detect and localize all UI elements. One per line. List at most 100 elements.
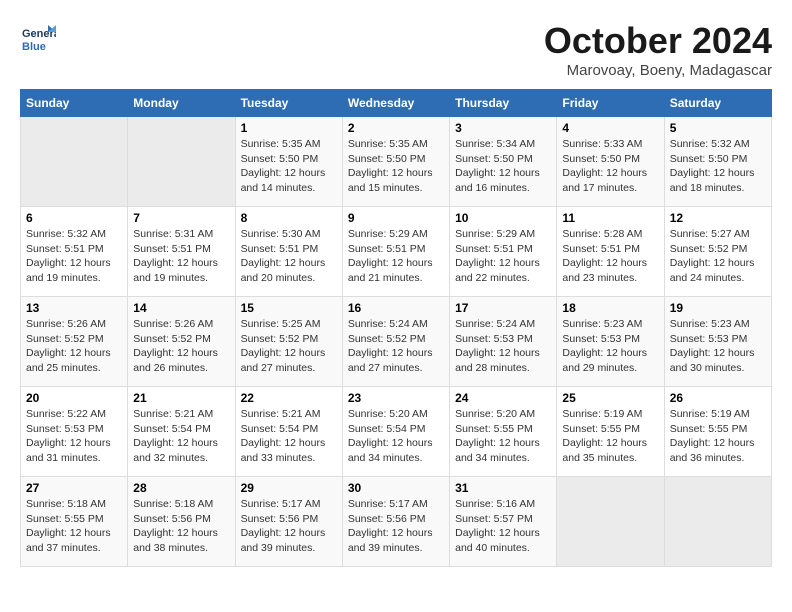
calendar-week-row: 13 Sunrise: 5:26 AMSunset: 5:52 PMDayligh… <box>21 297 772 387</box>
calendar-cell: 3 Sunrise: 5:34 AMSunset: 5:50 PMDaylight… <box>450 117 557 207</box>
logo-icon: General Blue <box>20 20 56 56</box>
day-number: 23 <box>348 391 444 405</box>
col-header-friday: Friday <box>557 90 664 117</box>
calendar-cell: 10Sunrise: 5:29 AMSunset: 5:51 PMDayligh… <box>450 207 557 297</box>
day-number: 5 <box>670 121 766 135</box>
day-detail: Sunrise: 5:20 AMSunset: 5:55 PMDaylight:… <box>455 407 551 466</box>
day-detail: Sunrise: 5:34 AMSunset: 5:50 PMDaylight:… <box>455 137 551 196</box>
calendar-week-row: 27Sunrise: 5:18 AMSunset: 5:55 PMDayligh… <box>21 477 772 567</box>
day-detail: Sunrise: 5:19 AMSunset: 5:55 PMDaylight:… <box>670 407 766 466</box>
day-number: 21 <box>133 391 229 405</box>
calendar-cell: 16 Sunrise: 5:24 AMSunset: 5:52 PMDayligh… <box>342 297 449 387</box>
calendar-cell: 8 Sunrise: 5:30 AMSunset: 5:51 PMDaylight… <box>235 207 342 297</box>
day-number: 19 <box>670 301 766 315</box>
calendar-cell: 29Sunrise: 5:17 AMSunset: 5:56 PMDayligh… <box>235 477 342 567</box>
day-detail: Sunrise: 5:24 AMSunset: 5:53 PMDaylight:… <box>455 317 551 376</box>
day-detail: Sunrise: 5:18 AMSunset: 5:56 PMDaylight:… <box>133 497 229 556</box>
calendar-cell: 19 Sunrise: 5:23 AMSunset: 5:53 PMDayligh… <box>664 297 771 387</box>
calendar-cell: 1 Sunrise: 5:35 AMSunset: 5:50 PMDaylight… <box>235 117 342 207</box>
calendar-cell <box>557 477 664 567</box>
calendar-cell: 12 Sunrise: 5:27 AMSunset: 5:52 PMDayligh… <box>664 207 771 297</box>
day-number: 12 <box>670 211 766 225</box>
day-detail: Sunrise: 5:25 AMSunset: 5:52 PMDaylight:… <box>241 317 337 376</box>
day-detail: Sunrise: 5:29 AMSunset: 5:51 PMDaylight:… <box>348 227 444 286</box>
day-number: 2 <box>348 121 444 135</box>
day-detail: Sunrise: 5:35 AMSunset: 5:50 PMDaylight:… <box>241 137 337 196</box>
day-detail: Sunrise: 5:17 AMSunset: 5:56 PMDaylight:… <box>348 497 444 556</box>
day-number: 14 <box>133 301 229 315</box>
day-number: 11 <box>562 211 658 225</box>
day-number: 25 <box>562 391 658 405</box>
day-detail: Sunrise: 5:24 AMSunset: 5:52 PMDaylight:… <box>348 317 444 376</box>
calendar-cell <box>21 117 128 207</box>
calendar-cell: 30 Sunrise: 5:17 AMSunset: 5:56 PMDayligh… <box>342 477 449 567</box>
calendar-cell: 27Sunrise: 5:18 AMSunset: 5:55 PMDayligh… <box>21 477 128 567</box>
day-number: 6 <box>26 211 122 225</box>
title-area: October 2024 Marovoay, Boeny, Madagascar <box>544 20 772 79</box>
col-header-thursday: Thursday <box>450 90 557 117</box>
calendar-cell: 11 Sunrise: 5:28 AMSunset: 5:51 PMDayligh… <box>557 207 664 297</box>
day-detail: Sunrise: 5:30 AMSunset: 5:51 PMDaylight:… <box>241 227 337 286</box>
calendar-cell: 28 Sunrise: 5:18 AMSunset: 5:56 PMDayligh… <box>128 477 235 567</box>
day-number: 7 <box>133 211 229 225</box>
col-header-wednesday: Wednesday <box>342 90 449 117</box>
day-detail: Sunrise: 5:21 AMSunset: 5:54 PMDaylight:… <box>133 407 229 466</box>
month-title: October 2024 <box>544 20 772 62</box>
day-number: 22 <box>241 391 337 405</box>
calendar-header-row: SundayMondayTuesdayWednesdayThursdayFrid… <box>21 90 772 117</box>
day-detail: Sunrise: 5:20 AMSunset: 5:54 PMDaylight:… <box>348 407 444 466</box>
col-header-monday: Monday <box>128 90 235 117</box>
day-number: 20 <box>26 391 122 405</box>
calendar-table: SundayMondayTuesdayWednesdayThursdayFrid… <box>20 89 772 567</box>
calendar-week-row: 1 Sunrise: 5:35 AMSunset: 5:50 PMDaylight… <box>21 117 772 207</box>
day-detail: Sunrise: 5:17 AMSunset: 5:56 PMDaylight:… <box>241 497 337 556</box>
day-number: 17 <box>455 301 551 315</box>
svg-text:Blue: Blue <box>22 41 46 53</box>
col-header-tuesday: Tuesday <box>235 90 342 117</box>
day-number: 15 <box>241 301 337 315</box>
day-number: 8 <box>241 211 337 225</box>
calendar-cell: 18 Sunrise: 5:23 AMSunset: 5:53 PMDayligh… <box>557 297 664 387</box>
day-number: 16 <box>348 301 444 315</box>
day-detail: Sunrise: 5:19 AMSunset: 5:55 PMDaylight:… <box>562 407 658 466</box>
col-header-saturday: Saturday <box>664 90 771 117</box>
day-number: 3 <box>455 121 551 135</box>
calendar-cell: 13Sunrise: 5:26 AMSunset: 5:52 PMDayligh… <box>21 297 128 387</box>
calendar-cell: 17 Sunrise: 5:24 AMSunset: 5:53 PMDayligh… <box>450 297 557 387</box>
location-subtitle: Marovoay, Boeny, Madagascar <box>544 62 772 79</box>
calendar-cell: 24 Sunrise: 5:20 AMSunset: 5:55 PMDayligh… <box>450 387 557 477</box>
calendar-cell <box>128 117 235 207</box>
calendar-week-row: 20 Sunrise: 5:22 AMSunset: 5:53 PMDayligh… <box>21 387 772 477</box>
day-number: 13 <box>26 301 122 315</box>
day-detail: Sunrise: 5:26 AMSunset: 5:52 PMDaylight:… <box>133 317 229 376</box>
day-detail: Sunrise: 5:32 AMSunset: 5:51 PMDaylight:… <box>26 227 122 286</box>
day-detail: Sunrise: 5:23 AMSunset: 5:53 PMDaylight:… <box>562 317 658 376</box>
day-detail: Sunrise: 5:27 AMSunset: 5:52 PMDaylight:… <box>670 227 766 286</box>
calendar-cell: 26Sunrise: 5:19 AMSunset: 5:55 PMDayligh… <box>664 387 771 477</box>
day-detail: Sunrise: 5:31 AMSunset: 5:51 PMDaylight:… <box>133 227 229 286</box>
calendar-week-row: 6 Sunrise: 5:32 AMSunset: 5:51 PMDaylight… <box>21 207 772 297</box>
col-header-sunday: Sunday <box>21 90 128 117</box>
day-detail: Sunrise: 5:23 AMSunset: 5:53 PMDaylight:… <box>670 317 766 376</box>
day-detail: Sunrise: 5:28 AMSunset: 5:51 PMDaylight:… <box>562 227 658 286</box>
calendar-cell: 31Sunrise: 5:16 AMSunset: 5:57 PMDayligh… <box>450 477 557 567</box>
day-number: 30 <box>348 481 444 495</box>
calendar-cell: 15 Sunrise: 5:25 AMSunset: 5:52 PMDayligh… <box>235 297 342 387</box>
day-number: 10 <box>455 211 551 225</box>
calendar-cell: 4Sunrise: 5:33 AMSunset: 5:50 PMDaylight… <box>557 117 664 207</box>
day-number: 27 <box>26 481 122 495</box>
calendar-cell: 23 Sunrise: 5:20 AMSunset: 5:54 PMDayligh… <box>342 387 449 477</box>
calendar-cell: 14 Sunrise: 5:26 AMSunset: 5:52 PMDayligh… <box>128 297 235 387</box>
day-number: 1 <box>241 121 337 135</box>
calendar-cell <box>664 477 771 567</box>
calendar-cell: 6 Sunrise: 5:32 AMSunset: 5:51 PMDaylight… <box>21 207 128 297</box>
day-detail: Sunrise: 5:22 AMSunset: 5:53 PMDaylight:… <box>26 407 122 466</box>
calendar-cell: 2Sunrise: 5:35 AMSunset: 5:50 PMDaylight… <box>342 117 449 207</box>
day-number: 31 <box>455 481 551 495</box>
calendar-cell: 5 Sunrise: 5:32 AMSunset: 5:50 PMDaylight… <box>664 117 771 207</box>
day-number: 24 <box>455 391 551 405</box>
day-number: 18 <box>562 301 658 315</box>
day-detail: Sunrise: 5:32 AMSunset: 5:50 PMDaylight:… <box>670 137 766 196</box>
calendar-cell: 7 Sunrise: 5:31 AMSunset: 5:51 PMDaylight… <box>128 207 235 297</box>
day-number: 28 <box>133 481 229 495</box>
